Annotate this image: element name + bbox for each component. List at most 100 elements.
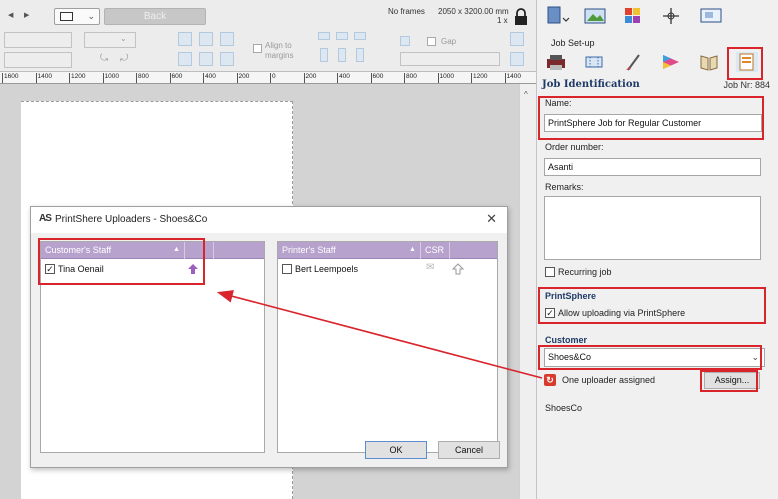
allow-upload-label: Allow uploading via PrintSphere bbox=[558, 308, 686, 318]
align-icon bbox=[199, 32, 213, 46]
ruler-tick-label: 200 bbox=[303, 73, 316, 83]
align-icon bbox=[220, 52, 234, 66]
name-label: Name: bbox=[545, 98, 572, 108]
distribute-icon bbox=[336, 32, 348, 40]
flip-icon: ⤾ bbox=[120, 53, 129, 64]
frames-label: No frames bbox=[388, 7, 425, 16]
sort-up-icon: ▲ bbox=[409, 246, 416, 253]
chevron-down-icon: ⌄ bbox=[87, 11, 95, 21]
sub-toolbar bbox=[537, 48, 778, 76]
align-icon bbox=[178, 32, 192, 46]
brush-icon[interactable] bbox=[623, 52, 645, 72]
gap-field bbox=[400, 52, 500, 66]
recurring-job-label: Recurring job bbox=[558, 267, 612, 277]
frame-count: 1 x bbox=[497, 16, 508, 25]
lock-icon[interactable] bbox=[514, 8, 528, 26]
customer-select-value: Shoes&Co bbox=[548, 352, 592, 362]
rotate-icon: ⤿ bbox=[100, 53, 109, 64]
job-document-icon[interactable] bbox=[735, 51, 759, 73]
color-wheel-icon[interactable] bbox=[660, 52, 682, 72]
close-icon[interactable]: ✕ bbox=[486, 211, 497, 227]
gap-label: Gap bbox=[441, 37, 457, 46]
printer-staff-title: Printer's Staff bbox=[282, 245, 336, 255]
upload-arrow-icon[interactable] bbox=[452, 263, 464, 275]
disabled-dropdown bbox=[84, 32, 136, 48]
customer-section-title: Customer bbox=[545, 335, 588, 345]
vertical-scrollbar[interactable]: ^ bbox=[519, 84, 536, 499]
crosshair-icon[interactable] bbox=[659, 5, 683, 27]
customer-select[interactable]: Shoes&Co ⌄ bbox=[544, 348, 765, 367]
customer-staff-header[interactable]: Customer's Staff ▲ bbox=[41, 242, 264, 259]
distribute-icon bbox=[338, 48, 346, 62]
ruler-tick-label: 1200 bbox=[69, 73, 85, 83]
display-icon[interactable] bbox=[699, 5, 723, 27]
staff-checkbox[interactable]: ✓ bbox=[45, 264, 55, 274]
ruler-tick-label: 0 bbox=[270, 73, 276, 83]
column-divider bbox=[213, 242, 214, 259]
ok-button[interactable]: OK bbox=[365, 441, 427, 459]
printer-icon[interactable] bbox=[545, 52, 567, 72]
staff-checkbox[interactable] bbox=[282, 264, 292, 274]
ruler-tick-label: 600 bbox=[169, 73, 182, 83]
back-button[interactable]: Back bbox=[104, 8, 206, 25]
assign-button[interactable]: Assign... bbox=[704, 372, 760, 389]
document-menu-icon[interactable] bbox=[546, 5, 570, 27]
media-icon[interactable] bbox=[583, 52, 605, 72]
job-number: Job Nr: 884 bbox=[723, 80, 770, 90]
align-icon bbox=[199, 52, 213, 66]
gap-checkbox bbox=[427, 37, 436, 46]
chevron-down-icon: ⌄ bbox=[751, 352, 759, 362]
nav-forward-icon[interactable]: ▶ bbox=[24, 11, 29, 19]
name-field[interactable]: PrintSphere Job for Regular Customer bbox=[544, 114, 762, 132]
distribute-icon bbox=[356, 48, 364, 62]
spacing-icon bbox=[400, 36, 410, 46]
ruler-tick-label: 800 bbox=[136, 73, 149, 83]
cancel-button[interactable]: Cancel bbox=[438, 441, 500, 459]
customer-code: ShoesCo bbox=[545, 403, 583, 413]
ruler-tick-label: 200 bbox=[236, 73, 249, 83]
remarks-field[interactable] bbox=[544, 196, 761, 260]
ruler-tick-label: 400 bbox=[203, 73, 216, 83]
csr-envelope-icon[interactable]: ✉ bbox=[426, 262, 434, 273]
dialog-title: PrintShere Uploaders - Shoes&Co bbox=[55, 214, 208, 225]
customer-staff-title: Customer's Staff bbox=[45, 245, 112, 255]
ruler-tick-label: 400 bbox=[337, 73, 350, 83]
allow-upload-checkbox[interactable]: ✓ bbox=[545, 308, 555, 318]
recurring-job-checkbox[interactable] bbox=[545, 267, 555, 277]
order-number-label: Order number: bbox=[545, 142, 604, 152]
scroll-up-icon[interactable]: ^ bbox=[524, 90, 528, 99]
chevron-down-icon: ⌄ bbox=[120, 34, 127, 43]
align-icon bbox=[220, 32, 234, 46]
align-margins-label: Align to margins bbox=[265, 41, 294, 60]
image-icon[interactable] bbox=[583, 5, 607, 27]
column-divider bbox=[449, 242, 450, 259]
distribute-icon bbox=[318, 32, 330, 40]
uploader-status-icon: ↻ bbox=[544, 374, 556, 386]
sort-up-icon: ▲ bbox=[173, 246, 180, 253]
grid-icon bbox=[510, 32, 524, 46]
printer-staff-list: Printer's Staff ▲ CSR Bert Leempoels ✉ bbox=[277, 241, 498, 453]
customer-staff-list: Customer's Staff ▲ ✓ Tina Oenail bbox=[40, 241, 265, 453]
job-identification-title: Job Identification bbox=[542, 79, 640, 90]
grid-icon bbox=[510, 52, 524, 66]
workspace: ◀ ▶ ⌄ Back No frames 2050 x 3200.00 mm 1… bbox=[0, 0, 536, 499]
ruler-tick-label: 600 bbox=[370, 73, 383, 83]
nav-back-icon[interactable]: ◀ bbox=[8, 11, 13, 19]
staff-name: Bert Leempoels bbox=[295, 264, 359, 274]
color-palette-icon[interactable] bbox=[622, 5, 646, 27]
book-icon[interactable] bbox=[698, 52, 720, 72]
column-divider bbox=[420, 242, 421, 259]
printer-staff-header[interactable]: Printer's Staff ▲ CSR bbox=[278, 242, 497, 259]
uploader-status: One uploader assigned bbox=[562, 375, 656, 385]
ruler-tick-label: 1400 bbox=[35, 73, 52, 83]
upload-arrow-icon[interactable] bbox=[187, 263, 199, 275]
ruler-tick-label: 1600 bbox=[2, 73, 18, 83]
ruler-tick-label: 1400 bbox=[504, 73, 521, 83]
order-number-field[interactable]: Asanti bbox=[544, 158, 761, 176]
staff-name: Tina Oenail bbox=[58, 264, 104, 274]
disabled-field bbox=[4, 32, 72, 48]
section-label: Job Set-up bbox=[551, 38, 595, 48]
view-mode-dropdown[interactable]: ⌄ bbox=[54, 8, 100, 25]
ruler: 1600 1400 1200 1000 800 600 400 200 0 200 400 600 80… bbox=[0, 72, 536, 84]
ruler-tick-label: 1000 bbox=[437, 73, 454, 83]
